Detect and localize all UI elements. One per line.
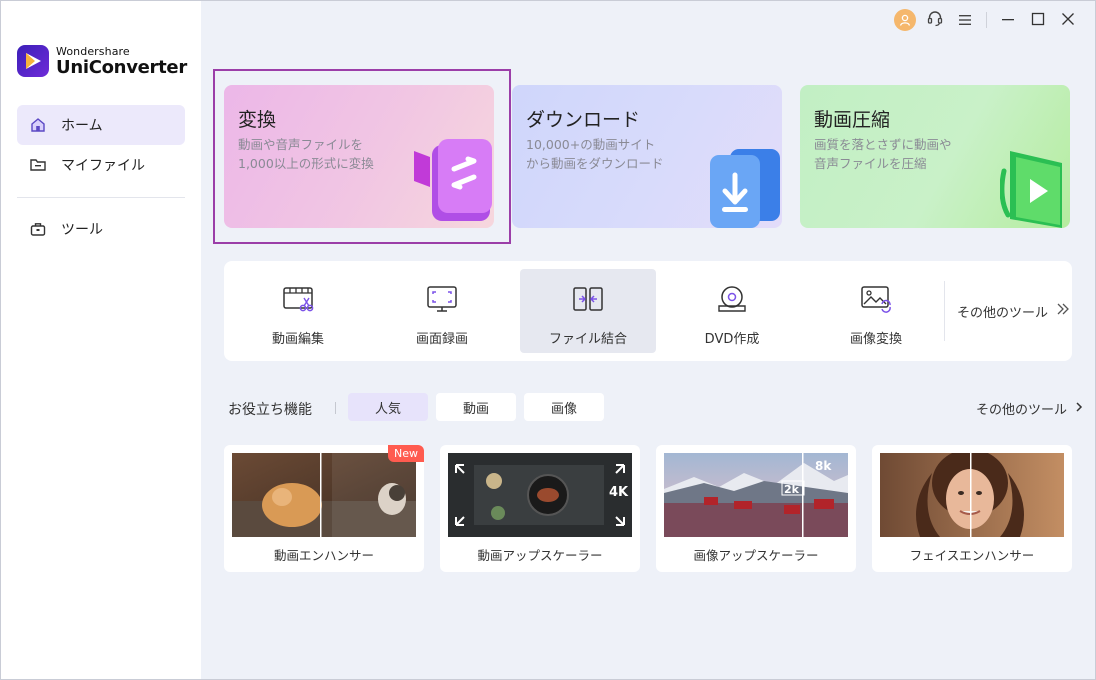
compress-card[interactable]: 動画圧縮 画質を落とさずに動画や音声ファイルを圧縮 — [800, 85, 1070, 228]
download-icon — [710, 149, 780, 228]
resolution-label-8k: 8k — [815, 459, 832, 473]
video-edit-icon — [281, 283, 315, 315]
tool-dvd-create[interactable]: DVD作成 — [664, 269, 800, 353]
support-button[interactable] — [920, 9, 950, 31]
tool-file-merge[interactable]: ファイル結合 — [520, 269, 656, 353]
convert-card[interactable]: 変換 動画や音声ファイルを1,000以上の形式に変換 — [224, 85, 494, 228]
title-bar-separator — [986, 12, 987, 28]
feature-label: 動画エンハンサー — [273, 548, 374, 563]
feature-label: 動画アップスケーラー — [477, 548, 603, 563]
tool-label: DVD作成 — [704, 332, 760, 347]
section-divider — [335, 402, 336, 414]
minimize-icon — [1001, 11, 1015, 30]
tool-image-convert[interactable]: 画像変換 — [808, 269, 944, 353]
sidebar-item-home[interactable]: ホーム — [17, 105, 185, 145]
feature-label: フェイスエンハンサー — [909, 548, 1035, 563]
feature-video-upscaler[interactable]: 4K 動画アップスケーラー — [440, 445, 640, 572]
more-tools-label: その他のツール — [957, 305, 1049, 321]
brand-company: Wondershare — [56, 44, 130, 58]
tab-label: 人気 — [374, 401, 401, 417]
image-upscaler-thumbnail: 8k 2k — [664, 453, 848, 537]
toolbox-icon — [29, 220, 47, 238]
card-title: 動画圧縮 — [814, 109, 891, 131]
compress-icon — [1000, 151, 1062, 228]
card-description: 10,000+の動画サイトから動画をダウンロード — [526, 137, 664, 171]
image-convert-icon — [859, 283, 893, 315]
new-badge: New — [388, 445, 424, 462]
sidebar-divider — [17, 197, 185, 198]
features-section-title: お役立ち機能 — [228, 402, 312, 418]
tab-popular[interactable]: 人気 — [348, 393, 428, 421]
brand: Wondershare UniConverter — [17, 45, 187, 77]
tool-label: 画面録画 — [415, 332, 468, 347]
sidebar-item-label: ツール — [61, 222, 103, 238]
tool-label: 画像変換 — [849, 332, 902, 347]
app-window: Wondershare UniConverter ホーム マイファイル ツール — [0, 0, 1096, 680]
screen-record-icon — [425, 283, 459, 315]
card-title: 変換 — [238, 109, 277, 131]
resolution-label-2k: 2k — [784, 483, 799, 496]
feature-label: 画像アップスケーラー — [693, 548, 819, 563]
maximize-button[interactable] — [1023, 9, 1053, 31]
tab-image[interactable]: 画像 — [524, 393, 604, 421]
video-enhancer-thumbnail — [232, 453, 416, 537]
tool-screen-record[interactable]: 画面録画 — [374, 269, 510, 353]
video-upscaler-thumbnail: 4K — [448, 453, 632, 537]
sidebar: Wondershare UniConverter ホーム マイファイル ツール — [1, 1, 201, 679]
download-card[interactable]: ダウンロード 10,000+の動画サイトから動画をダウンロード — [512, 85, 782, 228]
tool-label: 動画編集 — [271, 332, 324, 347]
close-button[interactable] — [1053, 9, 1083, 31]
card-description: 動画や音声ファイルを1,000以上の形式に変換 — [238, 137, 374, 171]
uniconverter-logo-icon — [17, 45, 49, 77]
sidebar-item-tools[interactable]: ツール — [17, 209, 185, 249]
home-icon — [29, 116, 47, 134]
sidebar-item-label: ホーム — [61, 118, 103, 134]
title-bar-controls — [890, 9, 1083, 31]
tab-label: 動画 — [462, 401, 489, 417]
face-enhancer-thumbnail — [880, 453, 1064, 537]
maximize-icon — [1031, 11, 1045, 30]
dvd-icon — [715, 283, 749, 315]
brand-product: UniConverter — [56, 56, 187, 78]
headset-icon — [926, 9, 944, 31]
tools-strip: 動画編集 画面録画 ファイル結合 DVD作成 画像変換 その他のツール — [224, 261, 1072, 361]
minimize-button[interactable] — [993, 9, 1023, 31]
convert-icon — [414, 139, 492, 221]
sidebar-item-myfiles[interactable]: マイファイル — [17, 145, 185, 185]
tool-video-edit[interactable]: 動画編集 — [230, 269, 366, 353]
menu-button[interactable] — [950, 9, 980, 31]
tab-label: 画像 — [550, 401, 577, 417]
user-avatar-icon — [894, 9, 916, 31]
resolution-label-4k: 4K — [609, 485, 629, 500]
folder-icon — [29, 156, 47, 174]
features-more-link[interactable]: その他のツール — [976, 399, 1083, 418]
features-more-label: その他のツール — [976, 403, 1068, 418]
more-tools-button[interactable]: その他のツール — [944, 281, 1072, 341]
chevron-right-icon — [1075, 402, 1083, 415]
merge-icon — [571, 283, 605, 315]
close-icon — [1061, 11, 1075, 30]
feature-face-enhancer[interactable]: フェイスエンハンサー — [872, 445, 1072, 572]
feature-image-upscaler[interactable]: 8k 2k 画像アップスケーラー — [656, 445, 856, 572]
card-description: 画質を落とさずに動画や音声ファイルを圧縮 — [814, 137, 952, 171]
double-chevron-right-icon — [1056, 302, 1070, 320]
sidebar-item-label: マイファイル — [61, 158, 145, 174]
tab-video[interactable]: 動画 — [436, 393, 516, 421]
account-button[interactable] — [890, 9, 920, 31]
menu-icon — [958, 11, 972, 30]
feature-video-enhancer[interactable]: New 動画エンハンサー — [224, 445, 424, 572]
card-title: ダウンロード — [526, 109, 641, 131]
tool-label: ファイル結合 — [548, 332, 627, 347]
